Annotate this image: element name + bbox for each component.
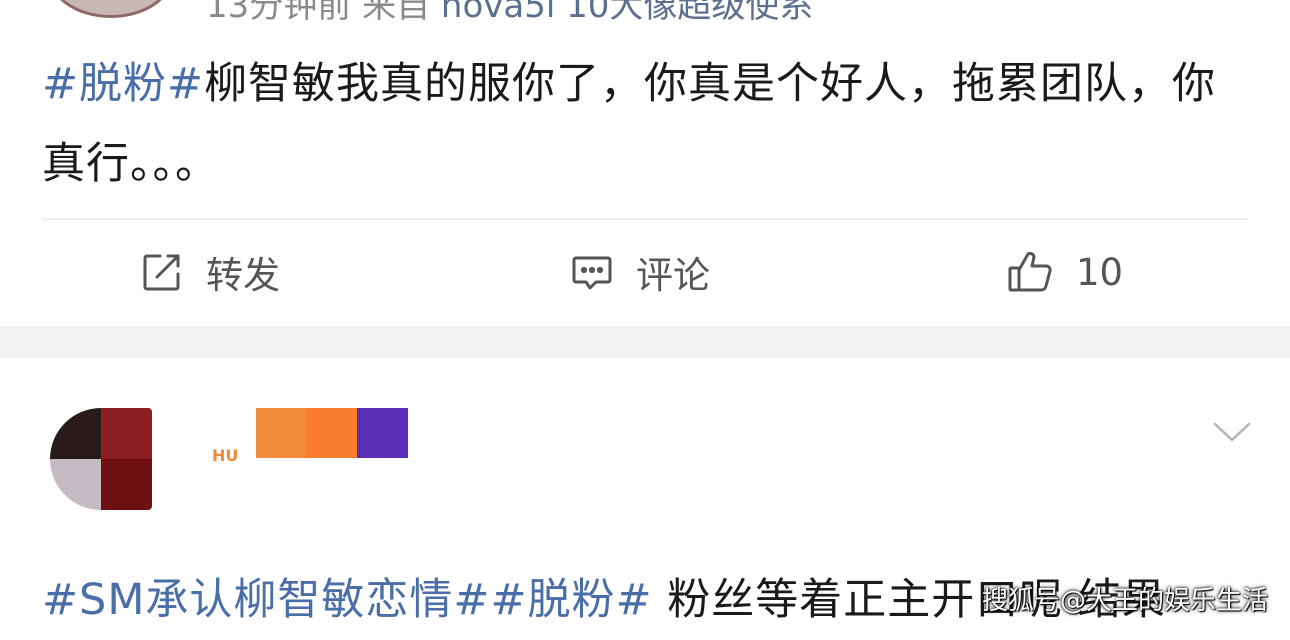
comment-label: 评论 [636, 254, 710, 297]
post1-divider [42, 218, 1248, 220]
repost-button[interactable]: 转发 [140, 232, 280, 312]
edit-square-icon [140, 250, 184, 294]
post2-topic-tag-1[interactable]: #SM承认柳智敏恋情# [42, 575, 490, 625]
thumbs-up-icon [1006, 248, 1054, 296]
post2-more-button[interactable] [1212, 420, 1252, 448]
post1-avatar[interactable] [48, 0, 174, 18]
like-button[interactable]: 10 [1006, 232, 1123, 312]
post2-avatar[interactable] [50, 408, 152, 510]
post2-username-mosaic[interactable] [256, 408, 408, 458]
comment-bubble-icon [570, 250, 614, 294]
post1-from: 来自 [362, 0, 431, 26]
post2-topic-tag-2[interactable]: #脱粉# [490, 575, 652, 625]
comment-button[interactable]: 评论 [570, 232, 710, 312]
post1-body: 柳智敏我真的服你了，你真是个好人，拖累团队，你真行。。。 [42, 59, 1217, 189]
post1-meta: 13分钟前 来自 nova5i 10大像超级使系 [206, 0, 813, 27]
post1-time: 13分钟前 [206, 0, 352, 26]
like-count: 10 [1076, 250, 1124, 294]
post1-content: #脱粉#柳智敏我真的服你了，你真是个好人，拖累团队，你真行。。。 [42, 44, 1252, 204]
chevron-down-icon [1212, 422, 1252, 448]
watermark-label: 搜狐号@大王的娱乐生活 [982, 586, 1269, 616]
post1-topic-tag[interactable]: #脱粉# [42, 59, 204, 109]
post1-action-bar: 转发 评论 10 [0, 232, 1290, 312]
repost-label: 转发 [206, 254, 280, 297]
post1-source[interactable]: nova5i 10大像超级使系 [441, 0, 813, 26]
post2-username-fragment: HU [212, 446, 239, 465]
feed-separator [0, 326, 1290, 358]
